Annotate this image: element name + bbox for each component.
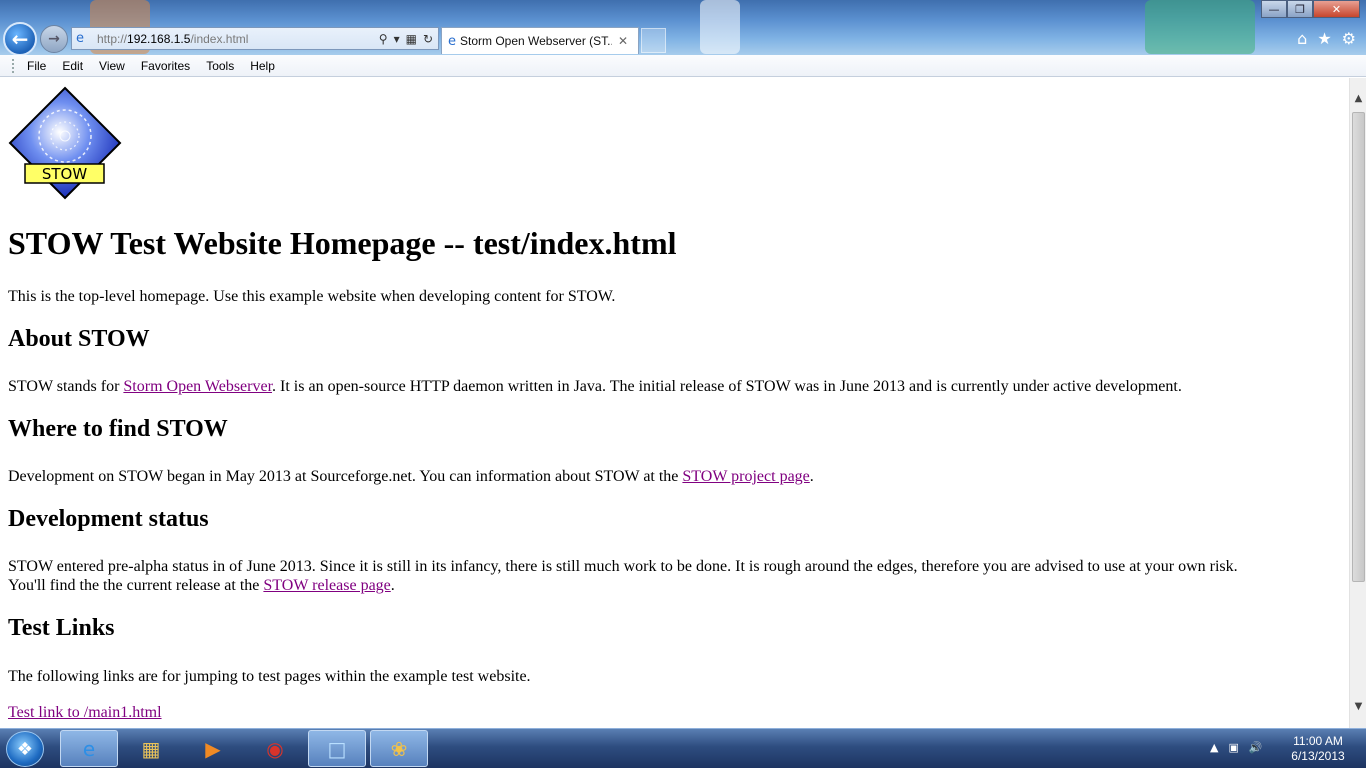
gear-icon[interactable]: ⚙ (1342, 29, 1356, 48)
system-tray: ▲ ▣ 🔊 (1210, 741, 1263, 754)
vertical-scrollbar[interactable]: ▲ ▼ (1349, 78, 1366, 728)
taskbar-app[interactable]: □ (308, 730, 366, 767)
address-path: /index.html (190, 31, 249, 46)
tab-storm-open-webserver[interactable]: e Storm Open Webserver (ST... ✕ (441, 27, 639, 54)
scroll-up-icon[interactable]: ▲ (1350, 90, 1366, 107)
search-icon[interactable]: ⚲ (379, 32, 388, 46)
page-icon: e (448, 33, 456, 49)
page-title: STOW Test Website Homepage -- test/index… (8, 225, 677, 261)
network-icon[interactable]: ▣ (1228, 741, 1238, 754)
menu-file[interactable]: File (19, 59, 54, 73)
tab-title: Storm Open Webserver (ST... (460, 34, 612, 48)
home-icon[interactable]: ⌂ (1297, 29, 1307, 48)
where-heading: Where to find STOW (8, 416, 228, 442)
storm-open-webserver-link[interactable]: Storm Open Webserver (123, 378, 272, 395)
taskbar-media-player[interactable]: ▶ (184, 730, 242, 767)
clock-time: 11:00 AM (1293, 734, 1343, 748)
about-text: STOW stands for (8, 378, 124, 395)
menu-tools[interactable]: Tools (198, 59, 242, 73)
new-tab-button[interactable] (641, 28, 666, 53)
where-text: Development on STOW began in May 2013 at… (8, 468, 683, 485)
refresh-icon[interactable]: ↻ (423, 32, 433, 46)
show-hidden-icons-icon[interactable]: ▲ (1210, 741, 1218, 754)
clock-date: 6/13/2013 (1291, 749, 1345, 763)
minimize-button[interactable]: — (1261, 0, 1287, 18)
restore-button[interactable]: ❐ (1287, 0, 1313, 18)
compatibility-icon[interactable]: ▦ (406, 32, 417, 46)
test-links-intro: The following links are for jumping to t… (8, 668, 531, 685)
status-line-1: STOW entered pre-alpha status in of June… (8, 558, 1238, 575)
test-links-heading: Test Links (8, 615, 115, 641)
internet-explorer-icon: e (82, 736, 96, 761)
clock[interactable]: 11:00 AM 6/13/2013 (1280, 734, 1356, 764)
menu-favorites[interactable]: Favorites (133, 59, 198, 73)
toolbar-grip (12, 58, 15, 73)
dropdown-icon[interactable]: ▾ (394, 32, 400, 46)
intro-paragraph: This is the top-level homepage. Use this… (8, 288, 616, 305)
volume-icon[interactable]: 🔊 (1249, 741, 1263, 754)
where-text-end: . (809, 468, 814, 485)
scrollbar-thumb[interactable] (1352, 112, 1365, 582)
address-text[interactable]: http://192.168.1.5/index.html (97, 32, 248, 46)
taskbar-windows-explorer[interactable]: ▦ (122, 730, 180, 767)
browser-title-bar: ← → e http://192.168.1.5/index.html ⚲ ▾ … (0, 0, 1366, 55)
page-icon: e (76, 31, 84, 46)
paint-icon: ❀ (390, 736, 408, 761)
about-text-end: . It is an open-source HTTP daemon writt… (272, 378, 1182, 395)
status-line-2: You'll find the the current release at t… (8, 576, 395, 595)
taskbar-chrome[interactable]: ◉ (246, 730, 304, 767)
release-page-link[interactable]: STOW release page (263, 577, 390, 594)
about-heading: About STOW (8, 326, 150, 352)
test-link-main1[interactable]: Test link to /main1.html (8, 704, 162, 721)
star-icon[interactable]: ★ (1317, 29, 1331, 48)
media-player-icon: ▶ (205, 736, 221, 761)
chrome-icon: ◉ (266, 736, 284, 761)
menu-help[interactable]: Help (242, 59, 283, 73)
back-button[interactable]: ← (3, 22, 37, 55)
page-viewport: STOW STOW Test Website Homepage -- test/… (0, 78, 1349, 728)
desktop-background-blur (700, 0, 740, 54)
menu-edit[interactable]: Edit (54, 59, 91, 73)
address-host: 192.168.1.5 (127, 31, 191, 46)
close-tab-icon[interactable]: ✕ (618, 34, 628, 48)
test-link-item: Test link to /main1.html (8, 703, 162, 722)
status-heading: Development status (8, 506, 209, 532)
back-arrow-icon: ← (11, 27, 29, 51)
taskbar: ❖ e ▦ ▶ ◉ □ ❀ ▲ ▣ 🔊 11:00 AM 6/13/2013 (0, 728, 1366, 768)
project-page-link[interactable]: STOW project page (682, 468, 809, 485)
document-icon: □ (327, 736, 347, 761)
logo-text: STOW (42, 165, 87, 183)
desktop-background-blur (1145, 0, 1255, 54)
status-text-end: . (390, 577, 395, 594)
where-paragraph: Development on STOW began in May 2013 at… (8, 467, 814, 486)
status-text: You'll find the the current release at t… (8, 577, 264, 594)
menu-view[interactable]: View (91, 59, 133, 73)
windows-logo-icon: ❖ (16, 738, 34, 760)
forward-arrow-icon: → (48, 31, 60, 47)
forward-button[interactable]: → (40, 25, 68, 53)
scroll-down-icon[interactable]: ▼ (1350, 698, 1366, 715)
address-bar[interactable]: e http://192.168.1.5/index.html ⚲ ▾ ▦ ↻ (71, 27, 439, 50)
folder-icon: ▦ (141, 736, 161, 761)
taskbar-paint[interactable]: ❀ (370, 730, 428, 767)
taskbar-internet-explorer[interactable]: e (60, 730, 118, 767)
close-window-button[interactable]: ✕ (1313, 0, 1360, 18)
menu-bar: File Edit View Favorites Tools Help (0, 55, 1366, 77)
start-button[interactable]: ❖ (6, 731, 44, 767)
stow-logo: STOW (8, 86, 122, 200)
about-paragraph: STOW stands for Storm Open Webserver. It… (8, 377, 1182, 396)
address-prefix: http:// (97, 31, 128, 46)
